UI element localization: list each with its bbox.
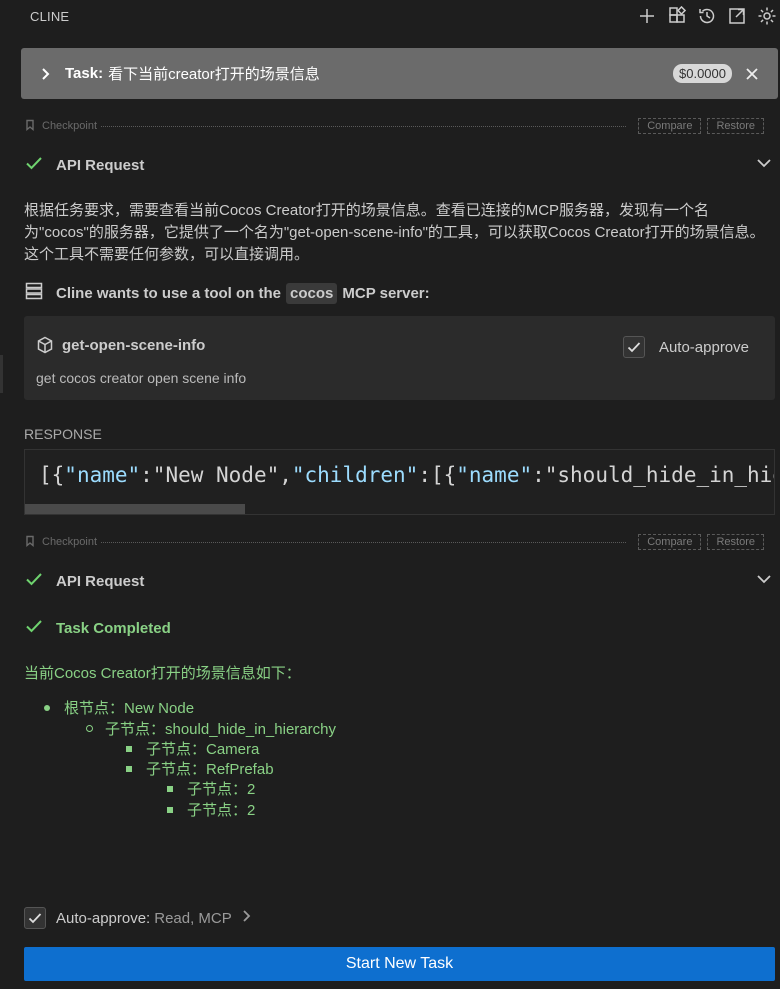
code-token: :[{ [418, 463, 457, 487]
tool-use-prefix: Cline wants to use a tool on the [56, 284, 282, 302]
code-key: "name" [456, 463, 533, 487]
chevron-right-icon[interactable] [232, 909, 254, 927]
plus-icon[interactable] [636, 5, 658, 27]
panel-header: CLINE [0, 0, 780, 32]
cube-icon [37, 336, 53, 354]
tool-name: get-open-scene-info [62, 336, 206, 354]
bullet-square [167, 785, 173, 792]
list-item-text: 子节点：should_hide_in_hierarchy [105, 721, 336, 738]
response-box[interactable]: [{"name":"New Node","children":[{"name":… [24, 449, 775, 515]
auto-approve-checkbox[interactable] [622, 336, 645, 358]
compare-button[interactable]: Compare [638, 534, 702, 550]
cline-panel: CLINE Task: 看下当前creator打开的场景信息 $0.0000 C… [0, 0, 780, 989]
restore-button[interactable]: Restore [707, 534, 764, 550]
list-item: 子节点：RefPrefab [126, 758, 274, 779]
task-header[interactable]: Task: 看下当前creator打开的场景信息 $0.0000 [21, 48, 778, 99]
footer-auto-approve-label: Auto-approve: [56, 909, 151, 927]
check-icon [627, 342, 641, 353]
footer-auto-approve[interactable]: Auto-approve: Read, MCP [24, 907, 254, 929]
code-token: [{ [39, 463, 65, 487]
bookmark-icon [24, 535, 36, 550]
check-icon [24, 569, 44, 593]
header-actions [636, 5, 780, 27]
horizontal-scrollbar[interactable] [25, 504, 245, 514]
restore-button[interactable]: Restore [707, 118, 764, 134]
checkpoint-label: Checkpoint [42, 120, 98, 132]
auto-approve-label: Auto-approve [658, 338, 749, 356]
close-icon[interactable] [744, 66, 760, 82]
server-name-pill: cocos [286, 282, 338, 304]
chevron-down-icon[interactable] [756, 155, 772, 175]
api-request-row[interactable]: API Request [24, 569, 772, 593]
task-completed-title: Task Completed [56, 619, 171, 637]
list-item: 子节点：should_hide_in_hierarchy [86, 718, 336, 739]
checkpoint-row: Checkpoint Compare Restore [24, 117, 764, 135]
checkpoint-divider [101, 541, 627, 543]
response-label: RESPONSE [24, 426, 102, 442]
gear-icon[interactable] [756, 5, 778, 27]
list-item-text: 子节点：Camera [146, 741, 260, 758]
tool-description: get cocos creator open scene info [36, 370, 247, 386]
task-text: 看下当前creator打开的场景信息 [108, 66, 320, 83]
list-item-text: 根节点：New Node [64, 700, 195, 717]
list-item: 子节点：Camera [126, 738, 259, 759]
check-icon [24, 153, 44, 177]
tool-name-row: get-open-scene-info [36, 336, 205, 354]
panel-title: CLINE [30, 8, 70, 24]
grid-icon[interactable] [666, 5, 688, 27]
bookmark-icon [24, 119, 36, 134]
response-code: [{"name":"New Node","children":[{"name":… [39, 463, 775, 487]
code-key: "children" [291, 463, 419, 487]
check-icon [24, 616, 44, 640]
list-item: 子节点：2 [167, 799, 255, 820]
bullet-square [126, 765, 132, 772]
server-icon [24, 281, 44, 305]
code-token: :"New Node", [140, 463, 292, 487]
checkpoint-row: Checkpoint Compare Restore [24, 533, 764, 551]
api-request-title: API Request [56, 572, 145, 590]
result-intro: 当前Cocos Creator打开的场景信息如下： [24, 665, 301, 682]
task-label: Task: [65, 65, 104, 82]
api-request-row[interactable]: API Request [24, 153, 772, 177]
list-item-text: 子节点：RefPrefab [146, 761, 274, 778]
tool-auto-approve[interactable]: Auto-approve [622, 336, 749, 358]
check-icon [28, 913, 42, 924]
tool-card: get-open-scene-info get cocos creator op… [24, 316, 775, 400]
chevron-down-icon[interactable] [756, 571, 772, 591]
list-item: 根节点：New Node [44, 697, 194, 718]
code-token: :"should_hide_in_hie [532, 463, 775, 487]
checkpoint-label: Checkpoint [42, 536, 98, 548]
bullet-disc [44, 704, 50, 711]
checkpoint-divider [101, 125, 627, 127]
start-new-task-button[interactable]: Start New Task [24, 947, 775, 981]
compare-button[interactable]: Compare [638, 118, 702, 134]
footer-auto-approve-value: Read, MCP [154, 909, 232, 927]
edge-indicator [0, 355, 3, 393]
code-key: "name" [64, 463, 141, 487]
bullet-square [126, 745, 132, 752]
list-item-text: 子节点：2 [187, 802, 256, 819]
history-icon[interactable] [696, 5, 718, 27]
api-request-title: API Request [56, 156, 145, 174]
task-completed-row: Task Completed [24, 616, 772, 640]
footer-auto-approve-checkbox[interactable] [24, 907, 46, 929]
list-item-text: 子节点：2 [187, 781, 256, 798]
reasoning-text: 根据任务要求，需要查看当前Cocos Creator打开的场景信息。查看已连接的… [24, 202, 765, 263]
external-link-icon[interactable] [726, 5, 748, 27]
chevron-right-icon[interactable] [39, 67, 53, 81]
tool-use-suffix: MCP server: [342, 284, 430, 302]
bullet-circle [86, 725, 93, 732]
cost-badge: $0.0000 [673, 64, 732, 83]
tool-use-header: Cline wants to use a tool on the cocos M… [24, 280, 772, 306]
list-item: 子节点：2 [167, 778, 255, 799]
bullet-square [167, 806, 173, 813]
